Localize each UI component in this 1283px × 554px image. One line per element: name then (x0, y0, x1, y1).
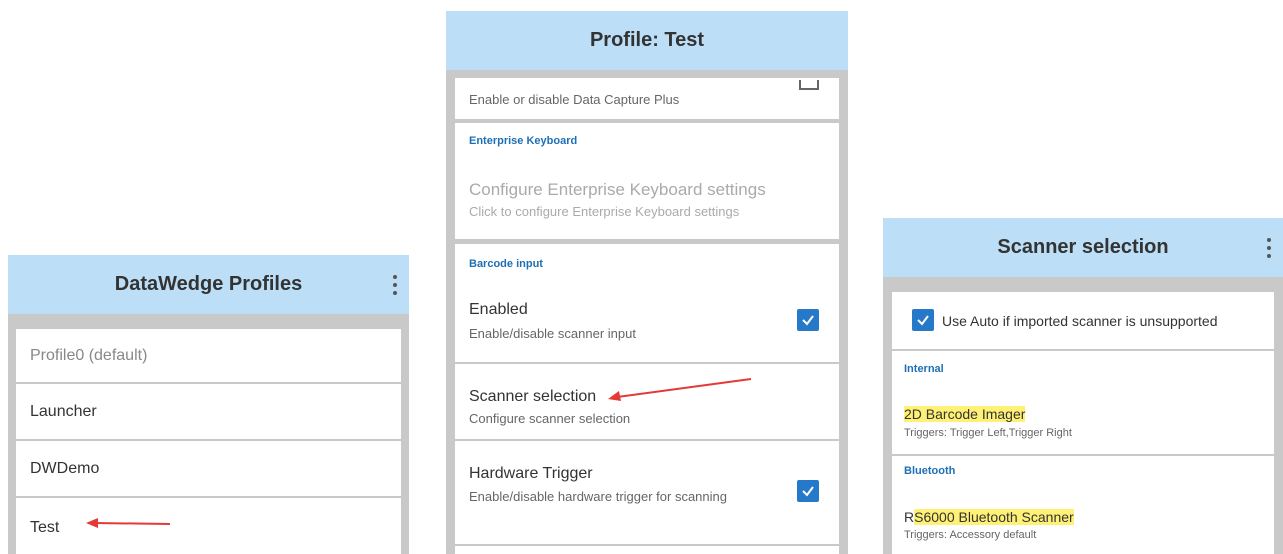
internal-scanner-triggers: Triggers: Trigger Left,Trigger Right (904, 427, 1072, 439)
checkbox-unchecked-icon[interactable] (799, 80, 819, 90)
auto-option-label: Use Auto if imported scanner is unsuppor… (942, 313, 1218, 329)
auto-option-row[interactable]: Use Auto if imported scanner is unsuppor… (892, 292, 1274, 351)
internal-scanner-name[interactable]: 2D Barcode Imager (904, 406, 1026, 422)
ek-settings-title[interactable]: Configure Enterprise Keyboard settings (469, 180, 766, 200)
list-item-label: Test (30, 519, 60, 536)
scanner-panel: Scanner selection Use Auto if imported s… (883, 218, 1283, 554)
section-header-bluetooth: Bluetooth (904, 465, 956, 477)
page-title: DataWedge Profiles (114, 273, 303, 295)
list-item-launcher[interactable]: Launcher (16, 384, 401, 441)
enabled-sub: Enable/disable scanner input (469, 326, 636, 341)
section-header-barcode-input: Barcode input (469, 258, 543, 270)
scanner-selection-sub: Configure scanner selection (469, 411, 631, 426)
internal-section: Internal 2D Barcode Imager Triggers: Tri… (892, 351, 1274, 456)
ek-settings-sub: Click to configure Enterprise Keyboard s… (469, 204, 740, 219)
hardware-trigger-title: Hardware Trigger (469, 465, 593, 482)
enabled-title: Enabled (469, 301, 528, 318)
dcp-description: Enable or disable Data Capture Plus (469, 92, 680, 107)
bluetooth-section: Bluetooth RS6000 Bluetooth Scanner Trigg… (892, 456, 1274, 554)
profiles-list: Profile0 (default) Launcher DWDemo Test (16, 329, 401, 554)
hardware-trigger-sub: Enable/disable hardware trigger for scan… (469, 489, 727, 504)
profile-appbar: Profile: Test (446, 11, 848, 70)
dcp-card[interactable]: Enable or disable Data Capture Plus (455, 78, 839, 119)
bluetooth-name-prefix: R (904, 509, 915, 525)
list-item-label: Profile0 (default) (30, 346, 148, 364)
checkbox-checked-icon[interactable] (912, 309, 934, 331)
list-item-label: DWDemo (30, 459, 100, 477)
bluetooth-scanner-name[interactable]: RS6000 Bluetooth Scanner (904, 509, 1074, 525)
list-item-dwdemo[interactable]: DWDemo (16, 441, 401, 498)
list-item-profile0[interactable]: Profile0 (default) (16, 329, 401, 384)
bluetooth-name-highlight: S6000 Bluetooth Scanner (914, 509, 1074, 525)
scanner-selection-row[interactable]: Scanner selection Configure scanner sele… (455, 364, 839, 441)
scanner-appbar: Scanner selection (883, 218, 1283, 277)
kebab-menu-icon[interactable] (393, 274, 397, 295)
list-item-label: Launcher (30, 402, 97, 420)
section-header-enterprise-keyboard: Enterprise Keyboard (469, 135, 578, 147)
red-arrow-icon (86, 518, 171, 528)
profile-panel: Profile: Test Enable or disable Data Cap… (446, 11, 848, 554)
checkbox-checked-icon[interactable] (797, 309, 819, 331)
scanner-selection-title: Scanner selection (469, 388, 597, 405)
page-title: Profile: Test (589, 29, 705, 51)
page-title: Scanner selection (997, 236, 1169, 258)
red-arrow-icon (608, 378, 752, 401)
bluetooth-scanner-triggers: Triggers: Accessory default (904, 529, 1037, 541)
checkbox-checked-icon[interactable] (797, 480, 819, 502)
barcode-input-card: Barcode input Enabled Enable/disable sca… (455, 244, 839, 554)
list-item-test[interactable]: Test (16, 498, 401, 554)
enabled-row[interactable]: Enabled Enable/disable scanner input (455, 284, 839, 364)
scanner-list: Use Auto if imported scanner is unsuppor… (892, 292, 1274, 554)
section-header-internal: Internal (904, 363, 944, 375)
profiles-panel: DataWedge Profiles Profile0 (default) La… (8, 255, 409, 554)
enterprise-keyboard-card: Enterprise Keyboard Configure Enterprise… (455, 123, 839, 239)
kebab-menu-icon[interactable] (1267, 237, 1271, 258)
hardware-trigger-row[interactable]: Hardware Trigger Enable/disable hardware… (455, 441, 839, 546)
profiles-appbar: DataWedge Profiles (8, 255, 409, 314)
